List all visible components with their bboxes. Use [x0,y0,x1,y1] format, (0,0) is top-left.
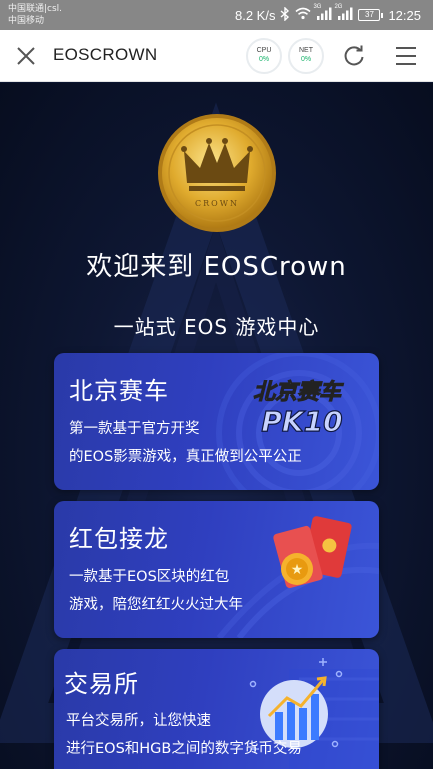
menu-button[interactable] [392,42,420,70]
card-desc-line: 游戏，陪您红红火火过大年 [69,597,243,613]
card-title: 红包接龙 [69,525,169,553]
page-title: EOSCROWN [53,45,158,64]
app-bar: EOSCROWN CPU 0% NET 0% [0,30,433,82]
cpu-value: 0% [258,56,270,63]
welcome-heading: 欢迎来到 EOSCrown [86,252,347,282]
cpu-gauge: CPU 0% [246,38,282,74]
exchange-card[interactable]: 交易所 平台交易所，让您快速 进行EOS和HGB之间的数字货币交易 [54,649,379,769]
card-desc-line: 平台交易所，让您快速 [66,713,211,729]
network-type-2: 2G [334,4,343,10]
close-icon [17,47,35,65]
status-icons: 8.2 K/s 3G 2G 37 12:25 [234,4,421,25]
card-desc-line: 一款基于EOS区块的红包 [69,569,230,585]
card-title: 交易所 [64,670,139,698]
coin-text: CROWN [195,199,239,208]
game-card-pk10[interactable]: 北京赛车 PK10 北京赛车 第一款基于官方开奖 的EOS影票游戏，真正做到公平… [54,353,379,490]
refresh-button[interactable] [340,42,368,70]
card-desc-line: 进行EOS和HGB之间的数字货币交易 [66,741,302,757]
main-content[interactable]: CROWN 欢迎来到 EOSCrown 一站式 EOS 游戏中心 北京赛车 PK… [0,83,433,769]
battery-icon: 37 [358,9,384,21]
pk10-logo-title: 北京赛车 [253,379,344,405]
clock: 12:25 [388,7,421,23]
net-gauge: NET 0% [288,38,324,74]
network-type-1: 3G [313,4,322,10]
menu-icon [396,47,416,65]
carrier-2: 中国移动 [8,16,45,26]
battery-level: 37 [358,9,381,21]
signal-icon: 3G [313,4,332,23]
crown-coin-logo: CROWN [158,114,276,232]
carrier-1: 中国联通|csl. [8,4,63,14]
net-value: 0% [300,56,312,63]
card-desc-line: 第一款基于官方开奖 [69,421,200,437]
status-bar: 中国联通|csl. 中国移动 8.2 K/s 3G 2G 37 12:25 [0,0,433,30]
refresh-icon [344,45,364,66]
carrier-info: 中国联通|csl. 中国移动 [8,3,62,27]
net-label: NET [299,47,313,54]
card-description: 平台交易所，让您快速 进行EOS和HGB之间的数字货币交易 [66,707,302,763]
red-envelope-icon: ★ [273,516,352,589]
subtitle: 一站式 EOS 游戏中心 [113,315,320,339]
card-description: 第一款基于官方开奖 的EOS影票游戏，真正做到公平公正 [69,415,302,471]
card-description: 一款基于EOS区块的红包 游戏，陪您红红火火过大年 [69,563,243,619]
wifi-icon [295,7,311,23]
game-card-red-envelope[interactable]: ★ 红包接龙 一款基于EOS区块的红包 游戏，陪您红红火火过大年 [54,501,379,638]
close-button[interactable] [12,42,40,70]
network-speed: 8.2 K/s [234,7,276,23]
bluetooth-icon [280,5,290,24]
card-title: 北京赛车 [69,377,169,405]
signal-icon: 2G [334,4,353,23]
card-desc-line: 的EOS影票游戏，真正做到公平公正 [69,449,302,465]
cpu-label: CPU [256,47,272,54]
svg-text:★: ★ [291,562,304,578]
